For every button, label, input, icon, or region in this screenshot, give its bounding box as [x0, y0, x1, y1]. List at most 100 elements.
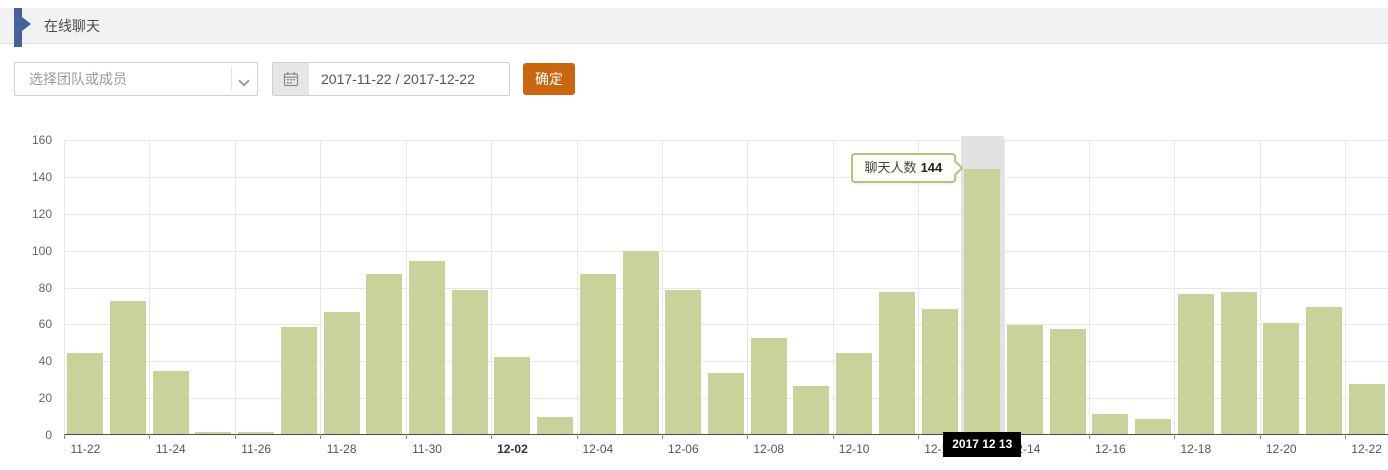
chart-bar[interactable]: [452, 290, 488, 434]
chart-bar[interactable]: [409, 261, 445, 434]
v-gridline: [577, 140, 578, 434]
v-gridline: [491, 140, 492, 434]
calendar-icon-button[interactable]: [273, 63, 309, 95]
y-axis-tick-label: 100: [0, 244, 52, 258]
x-axis-tick: [918, 434, 919, 439]
x-axis-tick-label: 11-30: [412, 442, 442, 456]
chart-bar[interactable]: [366, 274, 402, 434]
x-axis-tick-label: 12-04: [583, 442, 614, 456]
tooltip-series-label: 聊天人数: [865, 160, 917, 175]
chart-bar[interactable]: [1349, 384, 1385, 434]
x-axis-tick-label: 12-22: [1351, 442, 1382, 456]
date-range-input[interactable]: [309, 63, 507, 95]
team-member-select-placeholder: 选择团队或成员: [29, 63, 127, 95]
v-gridline: [1345, 140, 1346, 434]
chart-bar[interactable]: [1135, 419, 1171, 434]
panel-header: [0, 8, 1388, 44]
h-gridline: [64, 251, 1388, 252]
v-gridline: [1260, 140, 1261, 434]
chart-bar[interactable]: [836, 353, 872, 434]
chart-bar[interactable]: [238, 432, 274, 434]
y-axis-labels: 020406080100120140160: [0, 140, 56, 435]
x-axis-tick-label: 11-26: [241, 442, 271, 456]
x-axis-tick: [320, 434, 321, 439]
v-gridline: [149, 140, 150, 434]
y-axis-tick-label: 140: [0, 170, 52, 184]
x-axis-tick: [1260, 434, 1261, 439]
x-axis-tick-label: 11-22: [70, 442, 100, 456]
chart-bar[interactable]: [67, 353, 103, 434]
bar-chart-plot-area: 聊天人数144 2017 12 13 11-2211-2411-2611-281…: [64, 140, 1388, 435]
chart-bar[interactable]: [1221, 292, 1257, 434]
chart-bar[interactable]: [1306, 307, 1342, 434]
chart-bar[interactable]: [1092, 414, 1128, 434]
x-axis-tick-label: 12-10: [839, 442, 870, 456]
v-gridline: [833, 140, 834, 434]
v-gridline: [1004, 140, 1005, 434]
chart-bar[interactable]: [751, 338, 787, 434]
y-axis-tick-label: 160: [0, 133, 52, 147]
x-axis-tick-label: 11-24: [156, 442, 186, 456]
chart-bar[interactable]: [153, 371, 189, 434]
chart-bar[interactable]: [964, 169, 1000, 435]
x-axis-tick-label: 12-06: [668, 442, 699, 456]
v-gridline: [406, 140, 407, 434]
h-gridline: [64, 288, 1388, 289]
v-gridline: [1089, 140, 1090, 434]
v-gridline: [918, 140, 919, 434]
x-axis-tick: [662, 434, 663, 439]
v-gridline: [662, 140, 663, 434]
chart-bar[interactable]: [110, 301, 146, 434]
x-axis-tick-label: 12-08: [753, 442, 784, 456]
chart-bar[interactable]: [281, 327, 317, 434]
h-gridline: [64, 177, 1388, 178]
x-axis-tick: [149, 434, 150, 439]
calendar-icon: [283, 71, 299, 87]
y-axis-tick-label: 20: [0, 391, 52, 405]
chart-bar[interactable]: [1007, 325, 1043, 434]
x-axis-tick: [577, 434, 578, 439]
x-axis-tick: [1174, 434, 1175, 439]
chart-bar[interactable]: [1050, 329, 1086, 434]
x-axis-tick: [406, 434, 407, 439]
chevron-down-icon: [238, 75, 249, 86]
x-axis-tick: [491, 434, 492, 439]
chart-bar[interactable]: [195, 432, 231, 434]
h-gridline: [64, 140, 1388, 141]
chart-bar[interactable]: [793, 386, 829, 434]
confirm-button[interactable]: 确定: [523, 63, 575, 95]
online-chat-panel: 在线聊天 选择团队或成员 确定 020406080100120140160: [0, 0, 1388, 470]
title-accent-flag-icon: [14, 8, 22, 47]
v-gridline: [1174, 140, 1175, 434]
page-title: 在线聊天: [44, 8, 100, 44]
chart-bar[interactable]: [324, 312, 360, 434]
select-arrow-zone[interactable]: [231, 67, 257, 91]
accent-triangle-icon: [22, 17, 31, 31]
v-gridline: [235, 140, 236, 434]
chart-bar[interactable]: [537, 417, 573, 434]
v-gridline: [747, 140, 748, 434]
chart-bar[interactable]: [623, 251, 659, 434]
chart-bar[interactable]: [1178, 294, 1214, 434]
chart-bar[interactable]: [494, 357, 530, 434]
tooltip-value: 144: [921, 160, 943, 175]
x-axis-tick-label: 12-20: [1266, 442, 1297, 456]
chart-bar[interactable]: [665, 290, 701, 434]
chart-bar[interactable]: [580, 274, 616, 434]
x-axis-tick-label: 11-28: [327, 442, 357, 456]
y-axis-tick-label: 60: [0, 317, 52, 331]
chart-bar[interactable]: [708, 373, 744, 434]
x-axis-tick: [1345, 434, 1346, 439]
x-axis-tick-label: 12-02: [497, 442, 528, 456]
chart-bar[interactable]: [922, 309, 958, 434]
y-axis-tick-label: 0: [0, 428, 52, 442]
team-member-select[interactable]: 选择团队或成员: [14, 62, 258, 96]
crosshair-date-label: 2017 12 13: [943, 432, 1021, 457]
x-axis-tick: [1089, 434, 1090, 439]
v-gridline: [320, 140, 321, 434]
chart-bar[interactable]: [1263, 323, 1299, 434]
y-axis-tick-label: 120: [0, 207, 52, 221]
y-axis-tick-label: 40: [0, 354, 52, 368]
chart-bar[interactable]: [879, 292, 915, 434]
x-axis-tick-label: 12-16: [1095, 442, 1126, 456]
